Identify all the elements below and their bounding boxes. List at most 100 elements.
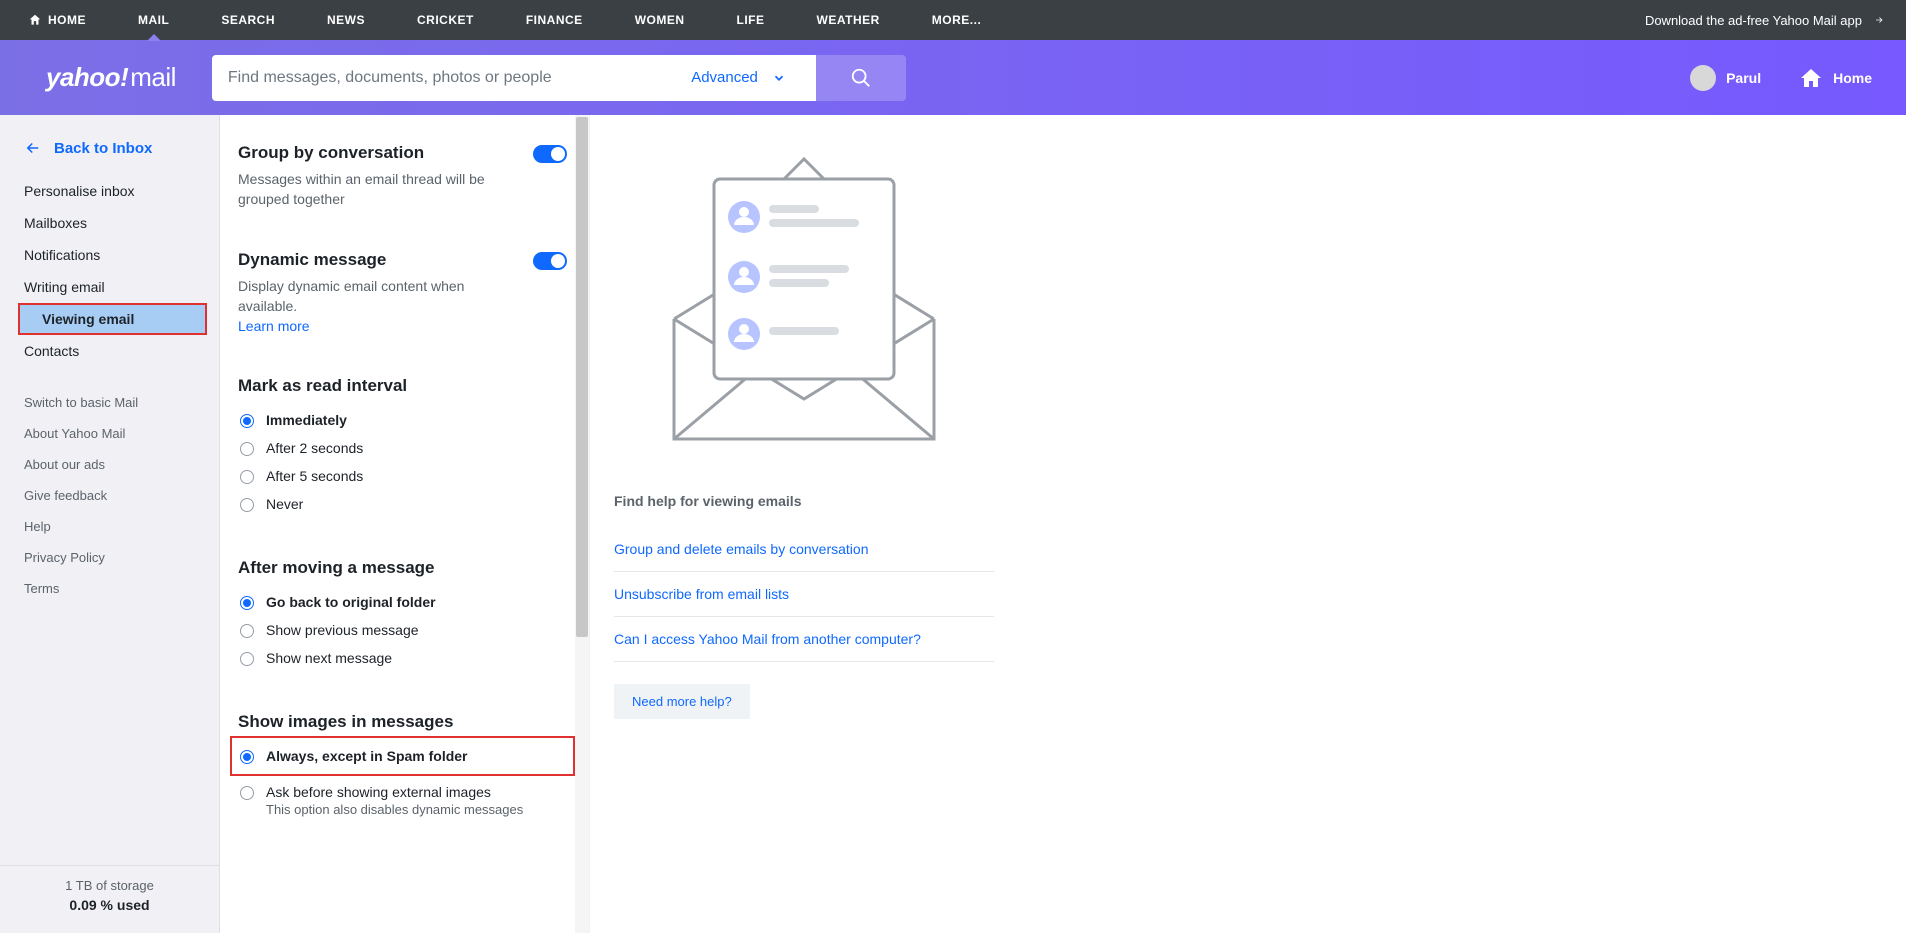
sidebar-item-notifications[interactable]: Notifications	[0, 239, 219, 271]
home-label: Home	[1833, 70, 1872, 86]
topnav-label: SEARCH	[221, 13, 275, 27]
sidebar-item-privacy[interactable]: Privacy Policy	[0, 542, 219, 573]
radio-icon	[240, 750, 254, 764]
section-title: Show images in messages	[238, 712, 567, 732]
help-link-group-delete[interactable]: Group and delete emails by conversation	[614, 527, 994, 572]
settings-panel[interactable]: Group by conversation Messages within an…	[220, 115, 590, 933]
search-icon	[850, 67, 872, 89]
topnav-home[interactable]: HOME	[20, 0, 112, 40]
sidebar-item-personalise-inbox[interactable]: Personalise inbox	[0, 175, 219, 207]
sidebar-item-mailboxes[interactable]: Mailboxes	[0, 207, 219, 239]
help-link-unsubscribe[interactable]: Unsubscribe from email lists	[614, 572, 994, 617]
radio-icon	[240, 652, 254, 666]
envelope-illustration-icon	[614, 139, 994, 459]
learn-more-link[interactable]: Learn more	[238, 318, 310, 334]
search-container: Advanced	[212, 55, 906, 101]
radio-show-images-always[interactable]: Always, except in Spam folder	[238, 742, 567, 770]
topnav-more[interactable]: MORE...	[906, 0, 1008, 40]
storage-footer: 1 TB of storage 0.09 % used	[0, 865, 219, 933]
topnav-women[interactable]: WOMEN	[609, 0, 711, 40]
topnav-label: MORE...	[932, 13, 982, 27]
radio-icon	[240, 442, 254, 456]
section-show-images: Show images in messages Always, except i…	[238, 712, 567, 823]
need-more-help-button[interactable]: Need more help?	[614, 684, 750, 719]
radio-mark-read-2s[interactable]: After 2 seconds	[238, 434, 567, 462]
sidebar-item-terms[interactable]: Terms	[0, 573, 219, 604]
topnav-label: CRICKET	[417, 13, 474, 27]
home-button[interactable]: Home	[1799, 66, 1872, 90]
storage-used: 0.09 % used	[0, 897, 219, 913]
radio-show-images-ask[interactable]: Ask before showing external images This …	[238, 778, 567, 823]
section-after-move: After moving a message Go back to origin…	[238, 558, 567, 672]
radio-label: Always, except in Spam folder	[266, 748, 468, 764]
topnav-cricket[interactable]: CRICKET	[391, 0, 500, 40]
search-input[interactable]	[228, 69, 691, 87]
sidebar-item-switch-basic[interactable]: Switch to basic Mail	[0, 387, 219, 418]
radio-icon	[240, 414, 254, 428]
radio-mark-read-immediately[interactable]: Immediately	[238, 406, 567, 434]
topnav-news[interactable]: NEWS	[301, 0, 391, 40]
section-desc: Messages within an email thread will be …	[238, 169, 513, 210]
advanced-label: Advanced	[691, 69, 758, 86]
help-link-access-another-computer[interactable]: Can I access Yahoo Mail from another com…	[614, 617, 994, 662]
storage-total: 1 TB of storage	[0, 878, 219, 893]
sidebar-item-help[interactable]: Help	[0, 511, 219, 542]
top-navbar: HOME MAIL SEARCH NEWS CRICKET FINANCE WO…	[0, 0, 1906, 40]
topnav-label: HOME	[48, 13, 86, 27]
arrow-left-icon	[24, 139, 42, 157]
download-app-link[interactable]: Download the ad-free Yahoo Mail app	[1645, 13, 1862, 28]
sidebar-item-writing-email[interactable]: Writing email	[0, 271, 219, 303]
topnav-right: Download the ad-free Yahoo Mail app	[1645, 13, 1886, 28]
radio-after-move-prev[interactable]: Show previous message	[238, 616, 567, 644]
radio-icon	[240, 470, 254, 484]
radio-label: Immediately	[266, 412, 347, 428]
help-section-title: Find help for viewing emails	[614, 493, 1906, 509]
section-title: Group by conversation	[238, 143, 513, 163]
topnav-life[interactable]: LIFE	[711, 0, 791, 40]
sidebar-item-give-feedback[interactable]: Give feedback	[0, 480, 219, 511]
radio-label: After 2 seconds	[266, 440, 363, 456]
radio-icon	[240, 596, 254, 610]
back-to-inbox[interactable]: Back to Inbox	[0, 133, 219, 175]
sidebar-item-viewing-email[interactable]: Viewing email	[18, 303, 207, 335]
advanced-search-toggle[interactable]: Advanced	[691, 69, 800, 86]
topnav-search[interactable]: SEARCH	[195, 0, 301, 40]
radio-mark-read-never[interactable]: Never	[238, 490, 567, 518]
chevron-down-icon	[772, 71, 786, 85]
topnav-weather[interactable]: WEATHER	[791, 0, 906, 40]
sidebar-item-contacts[interactable]: Contacts	[0, 335, 219, 367]
toggle-group-conversation[interactable]	[533, 145, 567, 163]
radio-label: After 5 seconds	[266, 468, 363, 484]
radio-icon	[240, 498, 254, 512]
radio-after-move-back[interactable]: Go back to original folder	[238, 588, 567, 616]
sidebar-item-about-ads[interactable]: About our ads	[0, 449, 219, 480]
search-button[interactable]	[816, 55, 906, 101]
section-mark-read: Mark as read interval Immediately After …	[238, 376, 567, 518]
section-title: After moving a message	[238, 558, 567, 578]
help-link-list: Group and delete emails by conversation …	[614, 527, 994, 662]
topnav-mail[interactable]: MAIL	[112, 0, 195, 40]
toggle-dynamic-message[interactable]	[533, 252, 567, 270]
topnav-finance[interactable]: FINANCE	[500, 0, 609, 40]
radio-mark-read-5s[interactable]: After 5 seconds	[238, 462, 567, 490]
radio-icon	[240, 786, 254, 800]
settings-sidebar: Back to Inbox Personalise inbox Mailboxe…	[0, 115, 220, 933]
help-panel: Find help for viewing emails Group and d…	[590, 115, 1906, 933]
section-dynamic-message: Dynamic message Display dynamic email co…	[238, 250, 567, 337]
user-menu[interactable]: Parul	[1690, 65, 1761, 91]
topnav-label: NEWS	[327, 13, 365, 27]
topnav-left: HOME MAIL SEARCH NEWS CRICKET FINANCE WO…	[20, 0, 1007, 40]
topnav-label: WEATHER	[817, 13, 880, 27]
section-group-conversation: Group by conversation Messages within an…	[238, 143, 567, 210]
yahoo-mail-logo[interactable]: yahoo!mail	[46, 62, 176, 93]
scrollbar[interactable]	[575, 115, 589, 933]
topnav-label: FINANCE	[526, 13, 583, 27]
sidebar-item-about-yahoo-mail[interactable]: About Yahoo Mail	[0, 418, 219, 449]
section-title: Dynamic message	[238, 250, 513, 270]
scrollbar-thumb[interactable]	[576, 117, 588, 637]
radio-after-move-next[interactable]: Show next message	[238, 644, 567, 672]
mail-header: yahoo!mail Advanced Parul Home	[0, 40, 1906, 115]
topnav-label: LIFE	[737, 13, 765, 27]
radio-icon	[240, 624, 254, 638]
search-box: Advanced	[212, 55, 816, 101]
